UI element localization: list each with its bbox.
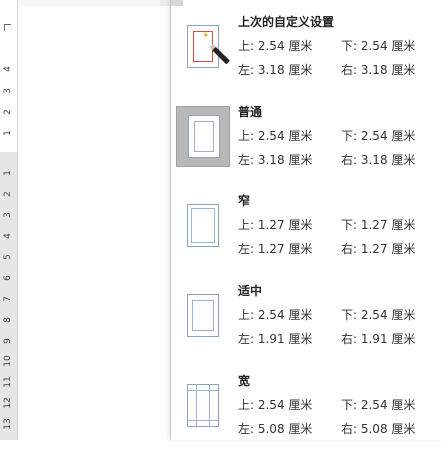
- ruler-number: 2: [3, 191, 13, 197]
- margin-left: 左: 3.18 厘米: [238, 153, 313, 167]
- margin-right: 右: 1.91 厘米: [341, 332, 416, 346]
- margin-outline: [192, 300, 214, 331]
- margins-preset-moderate[interactable]: 适中 上: 2.54 厘米 下: 2.54 厘米 左: 1.91 厘米 右: 1…: [175, 282, 443, 370]
- margin-left: 左: 3.18 厘米: [238, 63, 313, 77]
- page-thumbnail: [187, 384, 219, 427]
- ruler-number: 3: [3, 88, 13, 94]
- margins-preset-narrow[interactable]: 窄 上: 1.27 厘米 下: 1.27 厘米 左: 1.27 厘米 右: 1.…: [175, 192, 443, 280]
- page-thumbnail: [187, 294, 219, 337]
- margin-bottom: 下: 2.54 厘米: [341, 129, 416, 143]
- vertical-ruler[interactable]: 4 3 2 1 1 2 3 4 5 6 7 8 9 10 11 12 13: [0, 0, 18, 440]
- margin-top: 上: 2.54 厘米: [238, 308, 313, 322]
- ruler-number: 10: [3, 355, 13, 367]
- margin-right: 右: 1.27 厘米: [341, 242, 416, 256]
- preset-title: 适中: [238, 284, 263, 298]
- dropdown-notch: [171, 0, 183, 6]
- margin-bottom: 下: 2.54 厘米: [341, 39, 416, 53]
- margins-preset-wide[interactable]: 宽 上: 2.54 厘米 下: 2.54 厘米 左: 5.08 厘米 右: 5.…: [175, 372, 443, 460]
- wide-margins-icon: [176, 377, 230, 435]
- margin-right: 右: 3.18 厘米: [341, 63, 416, 77]
- margin-left: 左: 1.91 厘米: [238, 332, 313, 346]
- margin-right: 右: 5.08 厘米: [341, 422, 416, 436]
- ruler-number: 3: [3, 212, 13, 218]
- page-thumbnail: [187, 204, 219, 247]
- moderate-margins-icon: [176, 287, 230, 345]
- preset-title: 上次的自定义设置: [238, 15, 335, 29]
- margin-outline: [194, 121, 214, 152]
- ruler-corner-icon: [4, 24, 11, 31]
- page-thumbnail: [188, 115, 220, 158]
- preset-title: 宽: [238, 374, 251, 388]
- margin-top: 上: 1.27 厘米: [238, 218, 313, 232]
- ruler-number: 5: [3, 254, 13, 260]
- margin-left: 左: 1.27 厘米: [238, 242, 313, 256]
- margin-bottom: 下: 1.27 厘米: [341, 218, 416, 232]
- preset-title: 普通: [238, 105, 263, 119]
- margin-left: 左: 5.08 厘米: [238, 422, 313, 436]
- ruler-number: 12: [3, 397, 13, 409]
- normal-margins-icon: [176, 106, 230, 167]
- margin-line: [188, 390, 218, 391]
- custom-margins-icon: ✦: [176, 18, 230, 76]
- ruler-number: 6: [3, 275, 13, 281]
- document-page[interactable]: [20, 6, 180, 440]
- ruler-number: 11: [3, 376, 13, 388]
- margin-top: 上: 2.54 厘米: [238, 39, 313, 53]
- ruler-number: 9: [3, 338, 13, 344]
- margin-top: 上: 2.54 厘米: [238, 129, 313, 143]
- margin-top: 上: 2.54 厘米: [238, 398, 313, 412]
- ruler-number: 1: [3, 170, 13, 176]
- ruler-number: 13: [3, 418, 13, 430]
- sparkle-icon: ✦: [202, 31, 210, 41]
- ruler-number: 4: [3, 66, 13, 72]
- margins-preset-normal[interactable]: 普通 上: 2.54 厘米 下: 2.54 厘米 左: 3.18 厘米 右: 3…: [175, 103, 443, 191]
- margins-dropdown: ✦ 上次的自定义设置 上: 2.54 厘米 下: 2.54 厘米 左: 3.18…: [170, 0, 443, 440]
- preset-title: 窄: [238, 194, 251, 208]
- ruler-number: 2: [3, 109, 13, 115]
- ruler-number: 7: [3, 296, 13, 302]
- margin-bottom: 下: 2.54 厘米: [341, 398, 416, 412]
- ruler-number: 1: [3, 130, 13, 136]
- narrow-margins-icon: [176, 197, 230, 255]
- margin-line: [188, 420, 218, 421]
- margin-right: 右: 3.18 厘米: [341, 153, 416, 167]
- ruler-number: 4: [3, 233, 13, 239]
- margin-bottom: 下: 2.54 厘米: [341, 308, 416, 322]
- ruler-number: 8: [3, 317, 13, 323]
- margins-preset-last-custom[interactable]: ✦ 上次的自定义设置 上: 2.54 厘米 下: 2.54 厘米 左: 3.18…: [175, 13, 443, 101]
- margin-outline: [191, 208, 215, 243]
